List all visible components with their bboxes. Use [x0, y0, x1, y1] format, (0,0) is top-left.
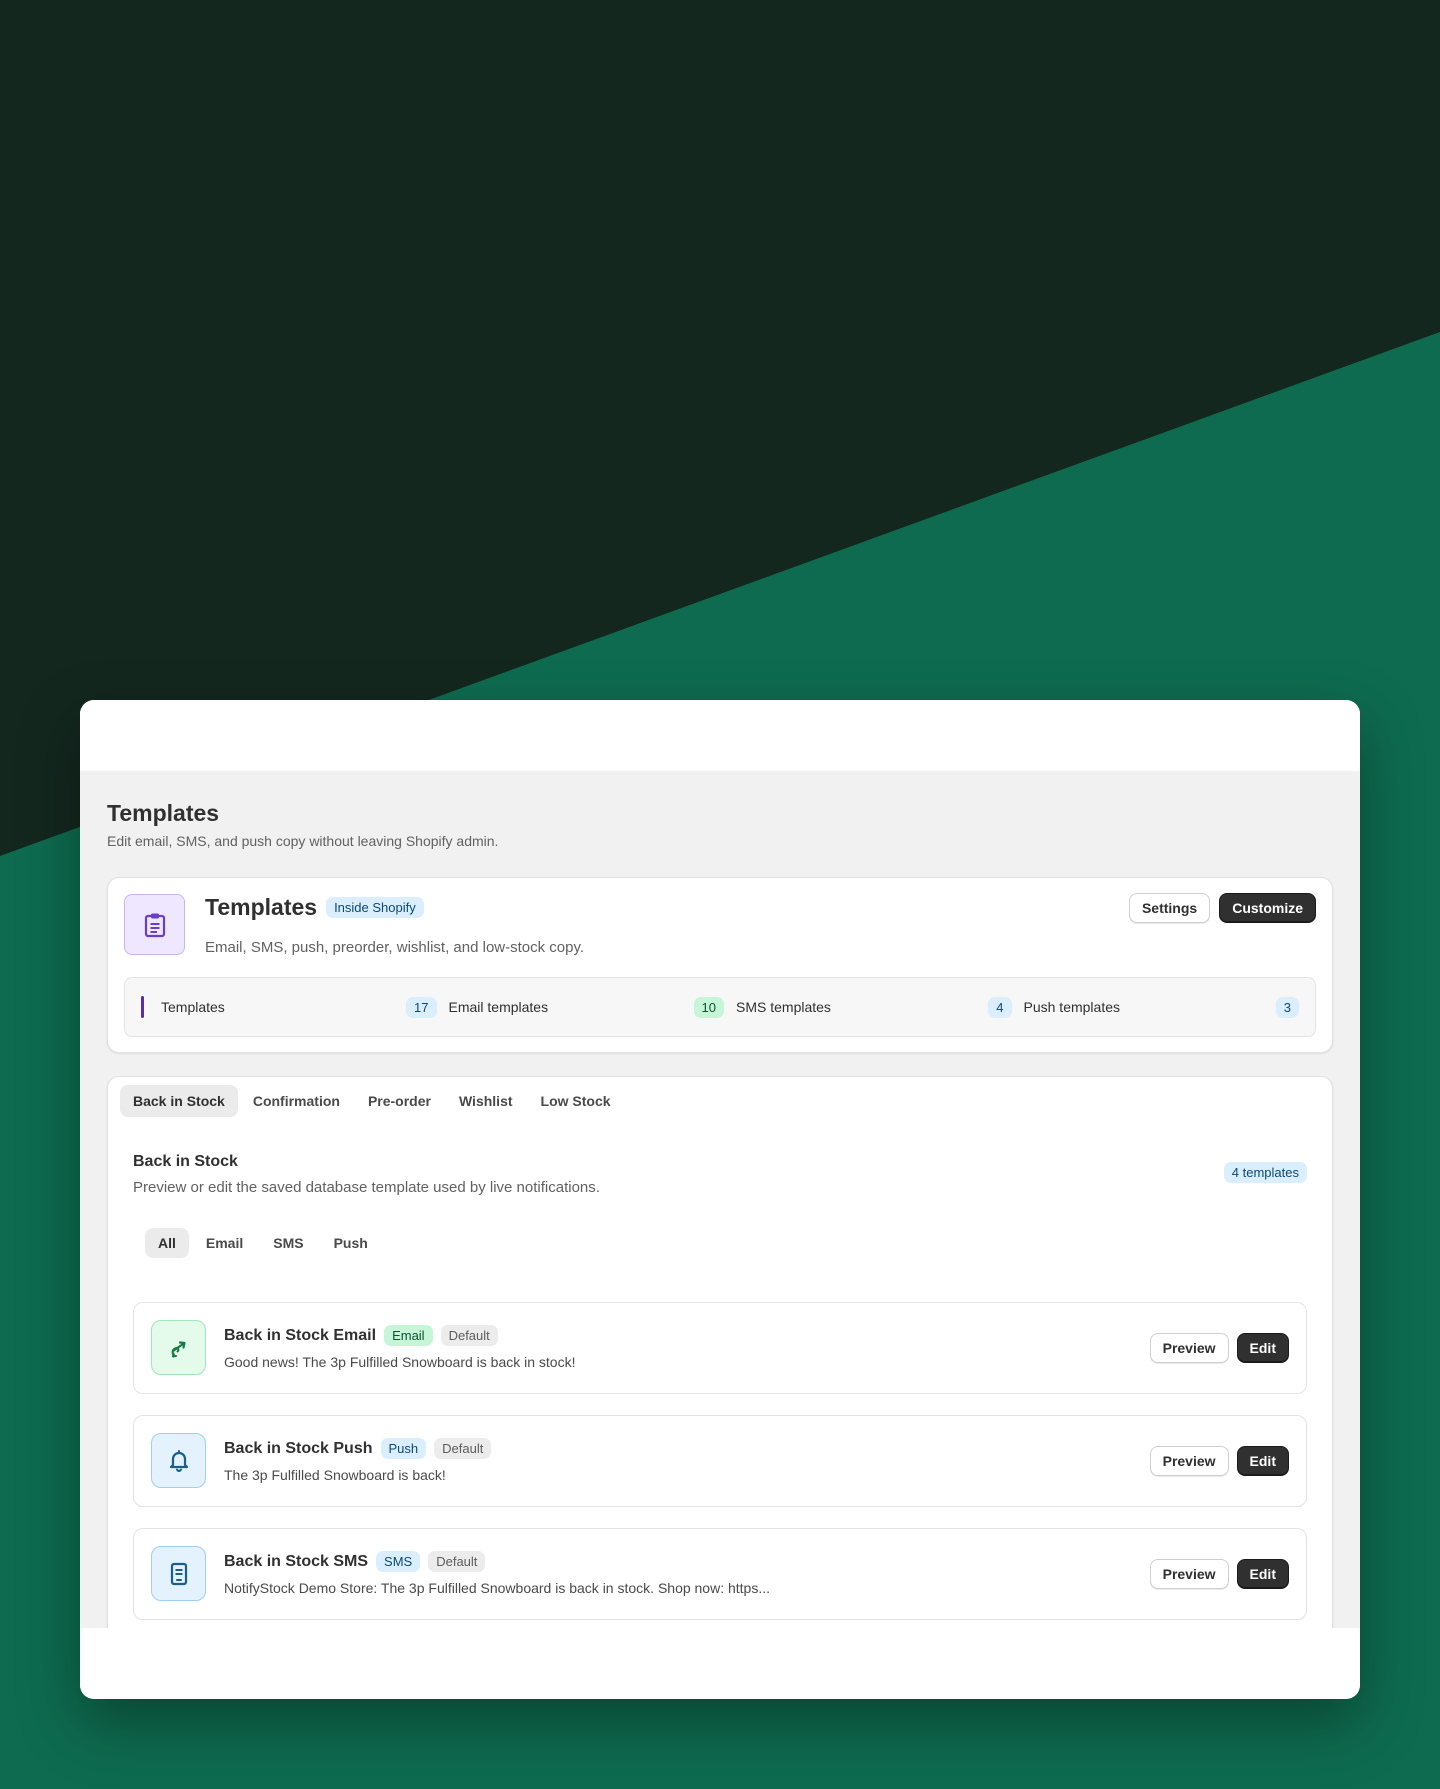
- section-subtitle: Preview or edit the saved database templ…: [133, 1179, 600, 1196]
- stat-label: SMS templates: [736, 999, 831, 1015]
- template-type-badge: SMS: [376, 1551, 421, 1572]
- page-subtitle: Edit email, SMS, and push copy without l…: [107, 833, 499, 849]
- customize-button[interactable]: Customize: [1219, 893, 1316, 923]
- stat-count: 3: [1275, 996, 1299, 1018]
- page-content: Templates Edit email, SMS, and push copy…: [80, 771, 1360, 1676]
- tab-low-stock[interactable]: Low Stock: [528, 1085, 624, 1117]
- template-row: Back in Stock Push Push Default The 3p F…: [133, 1415, 1307, 1507]
- template-name: Back in Stock Email: [224, 1326, 377, 1344]
- clipboard-icon: [124, 894, 185, 955]
- template-type-badge: Push: [380, 1438, 427, 1459]
- window-bottom-bar: [80, 1628, 1360, 1699]
- tab-back-in-stock[interactable]: Back in Stock: [120, 1085, 238, 1117]
- templates-summary-card: Templates Inside Shopify Email, SMS, pus…: [107, 877, 1333, 1053]
- template-status-badge: Default: [434, 1438, 492, 1459]
- email-icon: [151, 1320, 206, 1375]
- template-preview-text: NotifyStock Demo Store: The 3p Fulfilled…: [224, 1580, 771, 1596]
- template-count-badge: 4 templates: [1223, 1162, 1307, 1183]
- tab-confirmation[interactable]: Confirmation: [240, 1085, 353, 1117]
- page-title: Templates: [107, 800, 220, 826]
- sms-icon: [151, 1546, 206, 1601]
- template-type-badge: Email: [384, 1325, 433, 1346]
- template-row: Back in Stock Email Email Default Good n…: [133, 1302, 1307, 1394]
- preview-button[interactable]: Preview: [1149, 1333, 1229, 1363]
- templates-list-card: Back in Stock Confirmation Pre-order Wis…: [107, 1076, 1333, 1676]
- preview-button[interactable]: Preview: [1149, 1559, 1229, 1589]
- template-preview-text: The 3p Fulfilled Snowboard is back!: [224, 1467, 446, 1483]
- tab-pre-order[interactable]: Pre-order: [355, 1085, 444, 1117]
- stat-label: Email templates: [448, 999, 549, 1015]
- edit-button[interactable]: Edit: [1236, 1333, 1289, 1363]
- category-tabs: Back in Stock Confirmation Pre-order Wis…: [120, 1085, 624, 1117]
- template-name: Back in Stock SMS: [224, 1552, 369, 1570]
- edit-button[interactable]: Edit: [1236, 1559, 1289, 1589]
- filter-sms[interactable]: SMS: [260, 1228, 316, 1258]
- tab-wishlist[interactable]: Wishlist: [446, 1085, 526, 1117]
- inside-shopify-badge: Inside Shopify: [326, 897, 424, 918]
- template-status-badge: Default: [428, 1551, 486, 1572]
- stat-count: 10: [693, 996, 724, 1018]
- channel-filters: All Email SMS Push: [145, 1228, 381, 1258]
- section-title: Back in Stock: [133, 1153, 238, 1170]
- stat-email-templates: Email templates 10: [448, 996, 737, 1018]
- settings-button[interactable]: Settings: [1128, 893, 1211, 923]
- filter-all[interactable]: All: [145, 1228, 189, 1258]
- summary-description: Email, SMS, push, preorder, wishlist, an…: [205, 939, 585, 956]
- template-row: Back in Stock SMS SMS Default NotifyStoc…: [133, 1528, 1307, 1620]
- bell-icon: [151, 1433, 206, 1488]
- edit-button[interactable]: Edit: [1236, 1446, 1289, 1476]
- filter-email[interactable]: Email: [193, 1228, 256, 1258]
- template-name: Back in Stock Push: [224, 1439, 373, 1457]
- stat-count: 17: [406, 996, 437, 1018]
- window-top-bar: [80, 700, 1360, 771]
- stat-label: Push templates: [1023, 999, 1121, 1015]
- template-stats: Templates 17 Email templates 10 SMS temp…: [124, 977, 1316, 1037]
- app-window: Templates Edit email, SMS, and push copy…: [80, 700, 1360, 1699]
- stat-count: 4: [988, 996, 1012, 1018]
- stats-accent-bar: [141, 996, 144, 1018]
- stat-push-templates: Push templates 3: [1023, 996, 1299, 1018]
- preview-button[interactable]: Preview: [1149, 1446, 1229, 1476]
- stat-sms-templates: SMS templates 4: [736, 996, 1024, 1018]
- stat-templates: Templates 17: [161, 996, 449, 1018]
- template-preview-text: Good news! The 3p Fulfilled Snowboard is…: [224, 1354, 576, 1370]
- stat-label: Templates: [161, 999, 225, 1015]
- summary-title: Templates: [205, 894, 318, 920]
- filter-push[interactable]: Push: [321, 1228, 381, 1258]
- template-status-badge: Default: [440, 1325, 498, 1346]
